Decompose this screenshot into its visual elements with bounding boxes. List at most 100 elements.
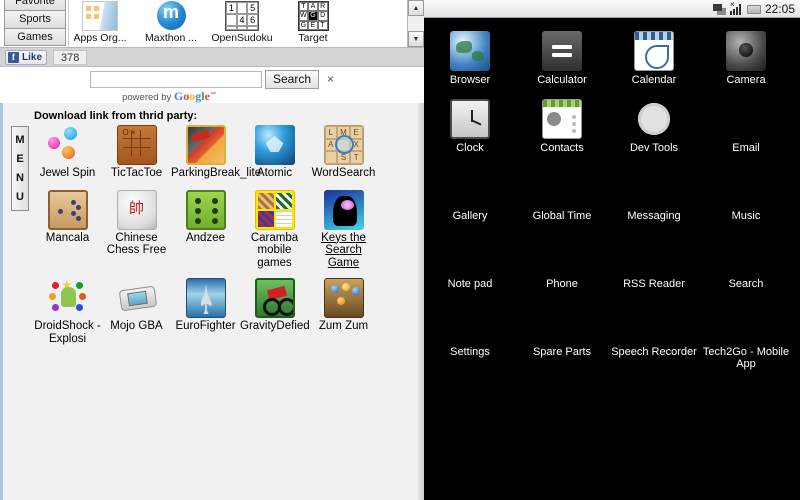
app-item-eurofighter[interactable]: EuroFighter bbox=[171, 278, 240, 345]
app-item-mojo-gba[interactable]: Mojo GBA bbox=[102, 278, 171, 345]
category-tab-games[interactable]: Games bbox=[4, 28, 66, 46]
search-row: Search × bbox=[0, 67, 424, 91]
calculator-icon bbox=[542, 31, 582, 71]
launcher-item-browser[interactable]: Browser bbox=[424, 27, 516, 86]
launcher-item-note-pad[interactable]: Note pad bbox=[424, 231, 516, 290]
launcher-item-email[interactable]: Email bbox=[700, 95, 792, 154]
launcher-label: Tech2Go - Mobile App bbox=[702, 346, 790, 370]
search-input[interactable] bbox=[89, 70, 262, 88]
thumbnail-label: Apps Org... bbox=[73, 32, 127, 44]
android-emulator: 22:05 Browser Calculator Calendar Camera bbox=[424, 0, 800, 500]
launcher-label: Gallery bbox=[452, 210, 488, 222]
download-app-grid: Jewel Spin TicTacToe ParkingBreak_lite A… bbox=[33, 125, 420, 345]
launcher-item-calendar[interactable]: Calendar bbox=[608, 27, 700, 86]
chinese-chess-free-icon bbox=[116, 189, 157, 230]
app-item-mancala[interactable]: Mancala bbox=[33, 189, 102, 270]
menu-side-tab[interactable]: M E N U bbox=[11, 126, 29, 211]
app-item-tictactoe[interactable]: TicTacToe bbox=[102, 125, 171, 180]
target-cell: E bbox=[308, 20, 318, 30]
launcher-label: Email bbox=[732, 142, 760, 154]
zum-zum-icon bbox=[323, 278, 364, 318]
app-thumbnail-strip: Favorite Sports Games Apps Org... Maxtho… bbox=[0, 0, 424, 48]
calendar-icon bbox=[634, 31, 674, 71]
scroll-up-icon[interactable]: ▲ bbox=[408, 0, 424, 16]
facebook-like-button[interactable]: f Like bbox=[5, 49, 48, 65]
thumbnail-target[interactable]: T A R W G D G E T Target bbox=[282, 0, 344, 44]
launcher-item-phone[interactable]: Phone bbox=[516, 231, 608, 290]
app-item-chinese-chess-free[interactable]: Chinese Chess Free bbox=[102, 189, 171, 270]
strip-scrollbar[interactable]: ▲ ▼ bbox=[407, 0, 424, 47]
app-label: Mancala bbox=[45, 231, 90, 244]
close-icon[interactable]: × bbox=[327, 72, 334, 86]
powered-prefix: powered by bbox=[122, 92, 172, 103]
launcher-item-rss-reader[interactable]: RSS Reader bbox=[608, 231, 700, 290]
app-item-parkingbreak-lite[interactable]: ParkingBreak_lite bbox=[171, 125, 262, 180]
thumbnail-maxthon[interactable]: Maxthon ... bbox=[140, 0, 202, 44]
scroll-down-icon[interactable]: ▼ bbox=[408, 31, 424, 47]
trademark-mark: ™ bbox=[209, 91, 216, 98]
sudoku-cell: 1 bbox=[226, 2, 237, 14]
launcher-item-settings[interactable]: Settings bbox=[424, 299, 516, 370]
launcher-item-contacts[interactable]: Contacts bbox=[516, 95, 608, 154]
google-letter: G bbox=[173, 89, 184, 103]
menu-letter: N bbox=[16, 171, 24, 184]
launcher-item-calculator[interactable]: Calculator bbox=[516, 27, 608, 86]
app-label: Jewel Spin bbox=[39, 167, 96, 179]
launcher-item-spare-parts[interactable]: Spare Parts bbox=[516, 299, 608, 370]
launcher-label: Messaging bbox=[627, 210, 681, 222]
thumbnail-apps-organizer[interactable]: Apps Org... bbox=[69, 0, 131, 44]
rss-reader-icon bbox=[634, 235, 674, 275]
launcher-item-dev-tools[interactable]: Dev Tools bbox=[608, 95, 700, 154]
app-item-atomic[interactable]: Atomic bbox=[240, 125, 309, 180]
atomic-icon bbox=[254, 125, 295, 165]
launcher-item-camera[interactable]: Camera bbox=[700, 27, 792, 86]
section-heading: Download link from thrid party: bbox=[34, 110, 198, 122]
launcher-label: Music bbox=[731, 210, 761, 222]
app-label: Mojo GBA bbox=[110, 320, 163, 332]
category-tab-sports[interactable]: Sports bbox=[4, 10, 66, 28]
app-label: ParkingBreak_lite bbox=[171, 167, 262, 179]
menu-letter: U bbox=[16, 190, 24, 203]
app-item-gravitydefied[interactable]: GravityDefied bbox=[240, 278, 310, 345]
launcher-label: Global Time bbox=[532, 210, 592, 222]
app-item-wordsearch[interactable]: L M E A X S T WordSearch bbox=[309, 125, 378, 180]
andzee-icon bbox=[185, 189, 226, 230]
target-cell: G bbox=[298, 20, 309, 30]
global-time-icon bbox=[542, 167, 582, 207]
target-word-game-icon: T A R W G D G E T bbox=[295, 1, 331, 31]
launcher-item-media-play[interactable] bbox=[424, 379, 516, 426]
launcher-item-speech-recorder[interactable]: Speech Recorder bbox=[608, 299, 700, 370]
ws-cell: E bbox=[349, 126, 363, 139]
launcher-item-music[interactable]: Music bbox=[700, 163, 792, 222]
app-item-droidshock[interactable]: ★ DroidShock - Explosi bbox=[33, 278, 102, 345]
app-item-zum-zum[interactable]: Zum Zum bbox=[309, 278, 378, 345]
droidshock-icon: ★ bbox=[47, 278, 88, 318]
launcher-item-search[interactable]: Search bbox=[700, 231, 792, 290]
thumbnail-track[interactable]: Apps Org... Maxthon ... 1 5 4 6 bbox=[68, 0, 406, 47]
app-item-jewel-spin[interactable]: Jewel Spin bbox=[33, 125, 102, 180]
launcher-label: Calendar bbox=[631, 74, 677, 86]
app-item-keys-the-search-game[interactable]: Keys the Search Game bbox=[309, 189, 378, 270]
caramba-mobile-games-icon bbox=[254, 189, 295, 230]
thumbnail-opensudoku[interactable]: 1 5 4 6 OpenSudoku bbox=[211, 0, 273, 44]
app-row: Jewel Spin TicTacToe ParkingBreak_lite A… bbox=[33, 125, 420, 180]
app-label: Atomic bbox=[256, 167, 293, 179]
app-item-caramba-mobile-games[interactable]: Caramba mobile games bbox=[240, 189, 309, 270]
battery-icon bbox=[746, 4, 761, 14]
launcher-item-messaging[interactable]: Messaging bbox=[608, 163, 700, 222]
eurofighter-icon bbox=[185, 278, 226, 318]
app-item-andzee[interactable]: Andzee bbox=[171, 189, 240, 270]
opensudoku-icon: 1 5 4 6 bbox=[224, 1, 260, 31]
launcher-item-gallery[interactable]: Gallery bbox=[424, 163, 516, 222]
search-button[interactable]: Search bbox=[264, 69, 319, 89]
android-status-bar: 22:05 bbox=[424, 0, 800, 18]
category-tab-favorite[interactable]: Favorite bbox=[4, 0, 66, 10]
notepad-icon bbox=[450, 235, 490, 275]
launcher-item-global-time[interactable]: Global Time bbox=[516, 163, 608, 222]
speech-recorder-icon bbox=[634, 303, 674, 343]
like-label: Like bbox=[22, 51, 43, 63]
status-clock: 22:05 bbox=[764, 1, 795, 16]
dev-tools-icon bbox=[634, 99, 674, 139]
launcher-item-clock[interactable]: Clock bbox=[424, 95, 516, 154]
launcher-item-tech2go[interactable]: Tech2Go - Mobile App bbox=[700, 299, 792, 370]
